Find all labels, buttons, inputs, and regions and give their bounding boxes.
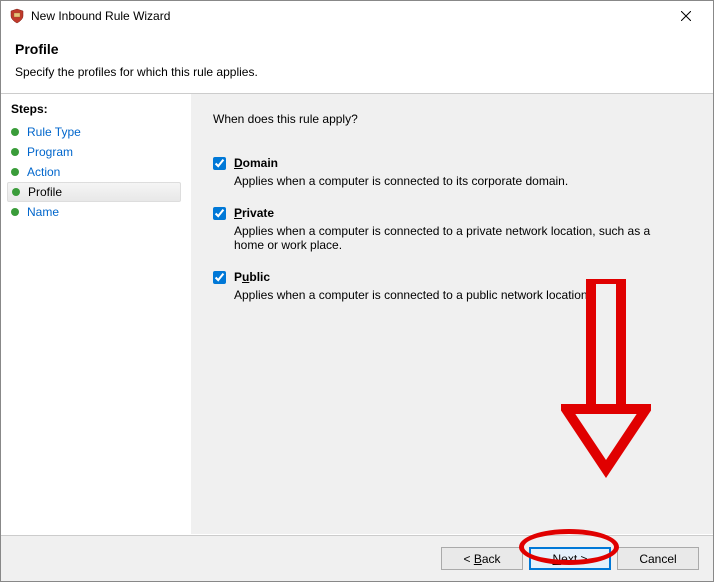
label-public[interactable]: Public: [234, 270, 270, 284]
step-bullet-icon: [11, 128, 19, 136]
step-label: Program: [27, 145, 73, 159]
wizard-header: Profile Specify the profiles for which t…: [1, 31, 713, 93]
step-bullet-icon: [11, 168, 19, 176]
step-label: Rule Type: [27, 125, 81, 139]
step-rule-type[interactable]: Rule Type: [11, 122, 181, 142]
checkbox-private[interactable]: [213, 207, 226, 220]
step-bullet-icon: [11, 208, 19, 216]
question-text: When does this rule apply?: [213, 112, 691, 126]
titlebar: New Inbound Rule Wizard: [1, 1, 713, 31]
option-public: Public: [213, 270, 691, 284]
label-domain[interactable]: Domain: [234, 156, 278, 170]
close-button[interactable]: [667, 2, 705, 30]
page-title: Profile: [15, 41, 699, 57]
next-button[interactable]: Next >: [529, 547, 611, 570]
step-name[interactable]: Name: [11, 202, 181, 222]
app-icon: [9, 8, 25, 24]
checkbox-public[interactable]: [213, 271, 226, 284]
desc-public: Applies when a computer is connected to …: [234, 288, 654, 302]
option-domain: Domain: [213, 156, 691, 170]
step-bullet-icon: [11, 148, 19, 156]
desc-domain: Applies when a computer is connected to …: [234, 174, 654, 188]
content-panel: When does this rule apply? Domain Applies…: [191, 94, 713, 534]
cancel-button[interactable]: Cancel: [617, 547, 699, 570]
checkbox-domain[interactable]: [213, 157, 226, 170]
label-private[interactable]: Private: [234, 206, 274, 220]
steps-heading: Steps:: [11, 102, 181, 116]
step-profile[interactable]: Profile: [7, 182, 181, 202]
footer-bar: < Back Next > Cancel: [1, 535, 713, 581]
step-label: Profile: [28, 185, 62, 199]
back-button[interactable]: < Back: [441, 547, 523, 570]
step-program[interactable]: Program: [11, 142, 181, 162]
page-subtitle: Specify the profiles for which this rule…: [15, 65, 699, 79]
step-label: Action: [27, 165, 60, 179]
window-title: New Inbound Rule Wizard: [31, 9, 667, 23]
close-icon: [681, 11, 691, 21]
desc-private: Applies when a computer is connected to …: [234, 224, 654, 252]
steps-sidebar: Steps: Rule Type Program Action Profile Name: [1, 94, 191, 534]
step-bullet-icon: [12, 188, 20, 196]
step-action[interactable]: Action: [11, 162, 181, 182]
option-private: Private: [213, 206, 691, 220]
step-label: Name: [27, 205, 59, 219]
